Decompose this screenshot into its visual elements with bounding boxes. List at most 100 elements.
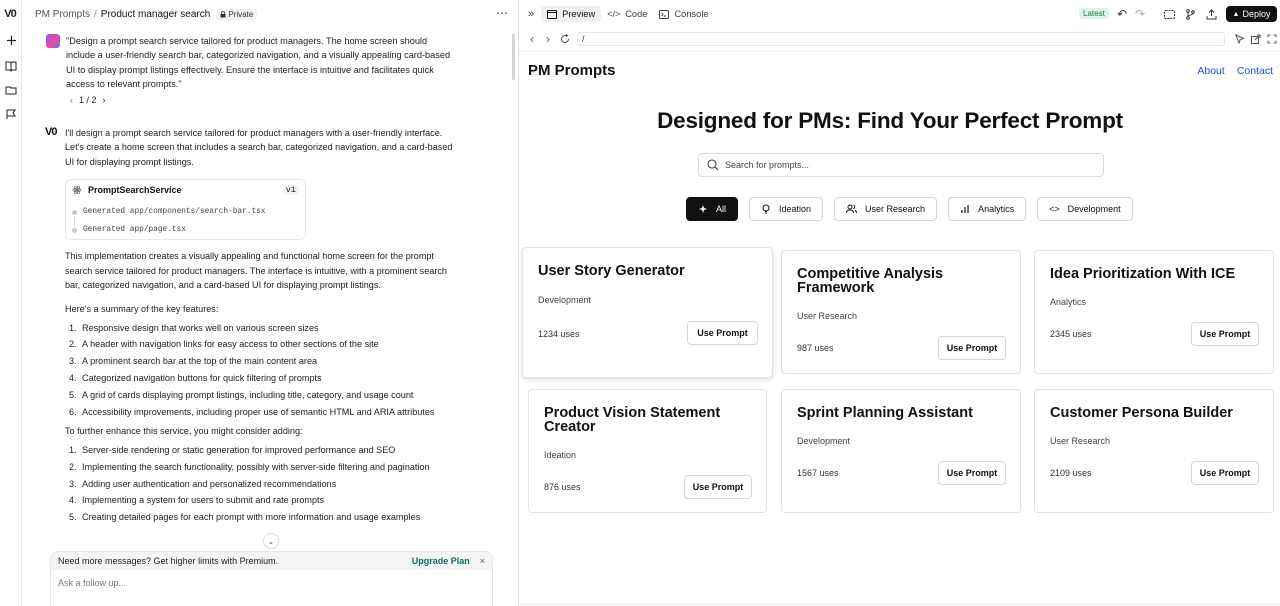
- generated-file-item[interactable]: Generated app/components/search-bar.tsx: [72, 208, 265, 216]
- list-item: 5. A grid of cards displaying prompt list…: [65, 387, 456, 404]
- prompt-card[interactable]: Product Vision Statement Creator Ideatio…: [528, 389, 767, 513]
- redo-icon[interactable]: ↷: [1134, 7, 1146, 21]
- undo-icon[interactable]: ↶: [1116, 7, 1128, 21]
- prompt-card-category: User Research: [797, 311, 858, 321]
- category-user-research[interactable]: User Research: [834, 197, 938, 221]
- tab-console[interactable]: Console: [653, 6, 714, 22]
- list-item: 4. Implementing a system for users to sub…: [65, 492, 456, 509]
- chevron-right-icon[interactable]: ›: [103, 95, 106, 105]
- category-ideation[interactable]: Ideation: [749, 197, 824, 221]
- tab-code-label: Code: [625, 9, 648, 19]
- breadcrumb-separator: /: [94, 8, 97, 20]
- use-prompt-button[interactable]: Use Prompt: [1191, 322, 1259, 346]
- use-prompt-button[interactable]: Use Prompt: [684, 475, 752, 499]
- generated-file-item[interactable]: Generated app/page.tsx: [72, 226, 186, 234]
- list-item-text: Accessibility improvements, including pr…: [82, 406, 435, 417]
- hero-title: Designed for PMs: Find Your Perfect Prom…: [657, 108, 1123, 133]
- use-prompt-button[interactable]: Use Prompt: [938, 336, 1006, 360]
- prompt-card[interactable]: User Story Generator Development 1234 us…: [522, 247, 773, 378]
- close-icon[interactable]: ×: [480, 556, 485, 566]
- folder-icon[interactable]: [3, 82, 19, 98]
- tab-console-label: Console: [674, 9, 709, 19]
- use-prompt-button[interactable]: Use Prompt: [938, 461, 1006, 485]
- assistant-paragraph: This implementation creates a visually a…: [65, 251, 447, 291]
- upload-icon[interactable]: [1205, 8, 1217, 20]
- back-icon[interactable]: ‹: [527, 32, 537, 46]
- flag-icon[interactable]: [3, 106, 19, 122]
- prompt-card[interactable]: Competitive Analysis Framework User Rese…: [781, 250, 1021, 374]
- lightbulb-icon: [762, 204, 770, 214]
- deploy-button[interactable]: ▲ Deploy: [1226, 6, 1277, 22]
- tab-preview[interactable]: Preview: [541, 6, 602, 22]
- prompt-card-title: Idea Prioritization With ICE: [1050, 266, 1236, 282]
- list-item-text: A grid of cards displaying prompt listin…: [82, 389, 414, 400]
- chevron-left-icon[interactable]: ‹: [70, 95, 73, 105]
- prompt-card[interactable]: Sprint Planning Assistant Development 15…: [781, 389, 1021, 513]
- list-item-text: A header with navigation links for easy …: [82, 339, 379, 350]
- prompt-search-input[interactable]: Search for prompts...: [698, 153, 1104, 177]
- code-icon: </>: [607, 9, 621, 19]
- follow-up-input[interactable]: Ask a follow up...: [50, 570, 493, 606]
- file-status-dot: [72, 209, 77, 215]
- preview-viewport: PM Prompts About Contact Designed for PM…: [519, 51, 1280, 603]
- category-label: All: [716, 204, 727, 214]
- git-branch-icon[interactable]: [1184, 8, 1196, 20]
- enhancement-list: 1. Server-side rendering or static genera…: [65, 442, 456, 526]
- user-message: "Design a prompt search service tailored…: [46, 34, 456, 105]
- forward-icon[interactable]: ›: [543, 32, 553, 46]
- prompt-card-title: Product Vision Statement Creator: [544, 405, 721, 435]
- prompt-card-uses: 2109 uses: [1050, 468, 1092, 478]
- private-badge: Private: [216, 8, 258, 20]
- collapse-icon[interactable]: »: [528, 8, 534, 20]
- inspect-icon[interactable]: [1235, 34, 1245, 44]
- prompt-card-category: User Research: [1050, 436, 1111, 446]
- deploy-label: Deploy: [1242, 9, 1271, 19]
- share-screen-icon[interactable]: [1163, 8, 1175, 20]
- book-icon[interactable]: [3, 58, 19, 74]
- atom-icon: [72, 186, 82, 195]
- prompt-card-title: Sprint Planning Assistant: [797, 405, 973, 421]
- open-external-icon[interactable]: [1251, 34, 1261, 44]
- list-item-text: Categorized navigation buttons for quick…: [82, 372, 322, 383]
- category-nav: All Ideation User Research Analytics <> …: [686, 197, 1133, 221]
- category-label: Analytics: [978, 204, 1015, 214]
- chat-panel: PM Prompts / Product manager search Priv…: [22, 0, 519, 606]
- list-item-text: Server-side rendering or static generati…: [82, 444, 396, 455]
- list-item: 6. Accessibility improvements, including …: [65, 404, 456, 421]
- tab-code[interactable]: </> Code: [601, 6, 653, 22]
- refresh-icon[interactable]: [560, 34, 570, 44]
- upsell-text: Need more messages? Get higher limits wi…: [58, 556, 279, 566]
- fullscreen-icon[interactable]: [1267, 34, 1277, 44]
- nav-link-contact[interactable]: Contact: [1237, 65, 1273, 77]
- category-development[interactable]: <> Development: [1037, 197, 1133, 221]
- latest-badge: Latest: [1079, 8, 1109, 19]
- upgrade-plan-link[interactable]: Upgrade Plan: [412, 556, 470, 566]
- url-input[interactable]: /: [577, 32, 1225, 46]
- app-window: V0 PM Prompts / Product manager search P…: [0, 0, 1280, 606]
- breadcrumb-project[interactable]: PM Prompts: [35, 9, 90, 20]
- prompt-card[interactable]: Customer Persona Builder User Research 2…: [1034, 389, 1274, 513]
- category-all[interactable]: All: [686, 197, 739, 221]
- list-item: 1. Responsive design that works well on v…: [65, 320, 456, 337]
- prompt-card[interactable]: Idea Prioritization With ICE Analytics 2…: [1034, 250, 1274, 374]
- breadcrumb-current[interactable]: Product manager search: [101, 9, 211, 20]
- category-analytics[interactable]: Analytics: [948, 197, 1027, 221]
- v0-logo[interactable]: V0: [2, 6, 18, 22]
- summary-heading: Here's a summary of the key features:: [65, 304, 219, 314]
- message-pager: ‹ 1 / 2 ›: [70, 95, 456, 105]
- more-options-icon[interactable]: ⋯: [496, 6, 509, 20]
- version-card-title: PromptSearchService: [88, 185, 182, 196]
- use-prompt-button[interactable]: Use Prompt: [687, 321, 758, 345]
- version-badge: v1: [282, 185, 299, 196]
- site-brand[interactable]: PM Prompts: [528, 62, 616, 79]
- list-item-text: Responsive design that works well on var…: [82, 322, 319, 333]
- site-nav: About Contact: [1197, 65, 1273, 77]
- generated-file-label: Generated app/page.tsx: [83, 226, 186, 235]
- nav-link-about[interactable]: About: [1197, 65, 1224, 77]
- new-chat-icon[interactable]: [3, 32, 19, 48]
- version-card-header: PromptSearchService: [72, 185, 182, 195]
- version-card[interactable]: PromptSearchService v1 Generated app/com…: [65, 179, 306, 241]
- chat-scrollbar[interactable]: [512, 34, 515, 80]
- scroll-down-icon[interactable]: ⌄: [263, 533, 279, 549]
- use-prompt-button[interactable]: Use Prompt: [1191, 461, 1259, 485]
